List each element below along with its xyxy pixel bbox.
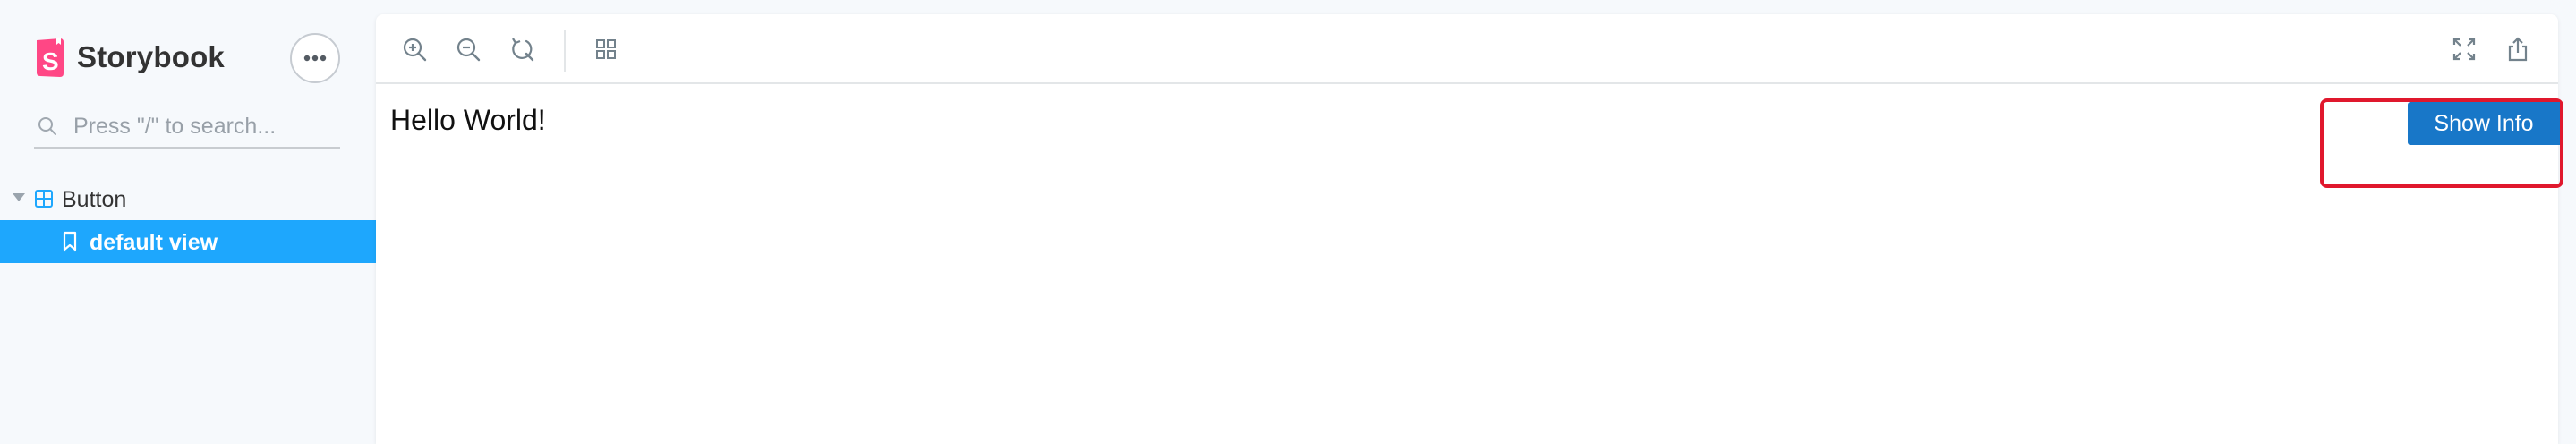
zoom-out-icon: [456, 38, 481, 62]
search-field[interactable]: [34, 106, 340, 149]
zoom-in-icon: [403, 38, 427, 62]
tree-item-label: Button: [62, 187, 127, 212]
zoom-reset-icon: [512, 38, 534, 62]
bookmark-icon: [63, 231, 77, 252]
story-label: default view: [90, 230, 218, 255]
brand[interactable]: S Storybook: [34, 36, 225, 79]
toolbar: [376, 14, 2558, 84]
fullscreen-button[interactable]: [2449, 34, 2479, 64]
hello-text: Hello World!: [390, 104, 546, 136]
tree-item-button[interactable]: Button: [0, 177, 376, 220]
fullscreen-icon: [2452, 38, 2476, 61]
zoom-reset-button[interactable]: [507, 34, 537, 64]
share-icon: [2508, 37, 2528, 62]
tree-item-default-view[interactable]: default view: [0, 220, 376, 263]
search-icon: [34, 113, 61, 140]
component-icon: [35, 190, 53, 208]
storybook-logo-icon: S: [37, 37, 64, 77]
sidebar: S Storybook Button defau: [0, 0, 376, 444]
search-input[interactable]: [72, 112, 331, 141]
story-preview: Hello World! Show Info: [376, 86, 2563, 444]
preview-panel: Hello World! Show Info: [376, 14, 2563, 444]
brand-title: Storybook: [77, 40, 225, 73]
logo-letter: S: [42, 47, 59, 75]
grid-toggle-button[interactable]: [591, 34, 621, 64]
toolbar-divider: [564, 30, 566, 72]
grid-icon: [596, 39, 616, 59]
sidebar-menu-button[interactable]: [290, 33, 340, 83]
share-button[interactable]: [2503, 34, 2533, 64]
zoom-in-button[interactable]: [399, 34, 430, 64]
ellipsis-icon: [303, 55, 327, 62]
zoom-out-button[interactable]: [453, 34, 483, 64]
chevron-down-icon[interactable]: [13, 193, 25, 201]
show-info-button[interactable]: Show Info: [2408, 102, 2560, 145]
